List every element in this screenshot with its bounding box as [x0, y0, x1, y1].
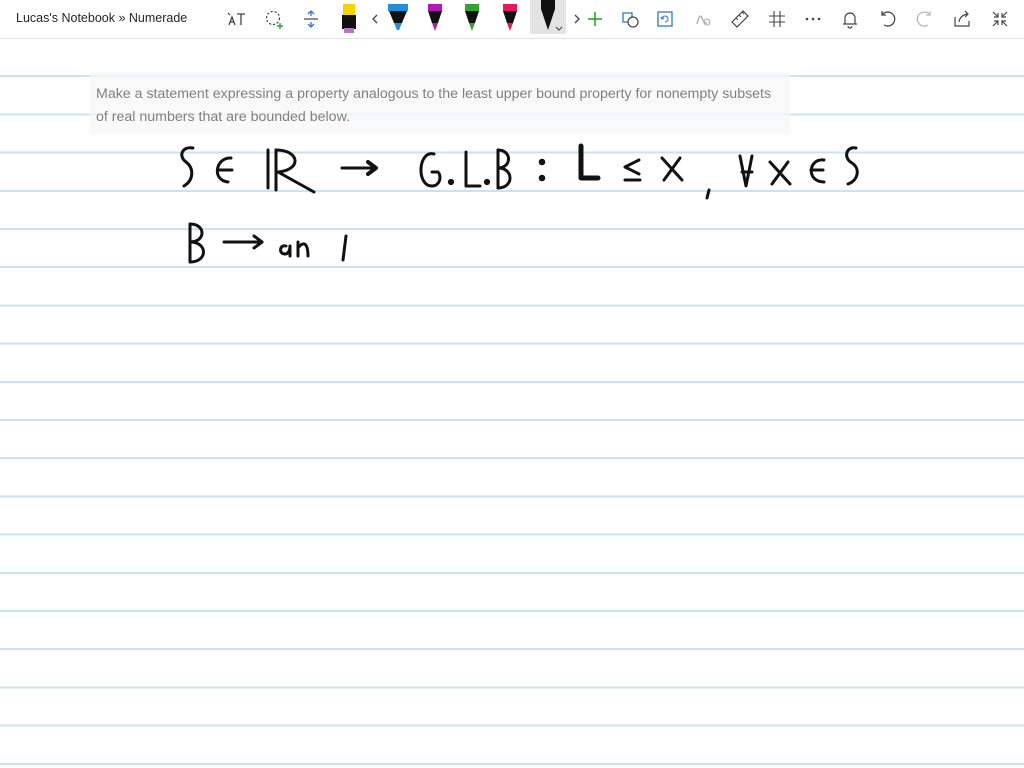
- redo-icon: [916, 11, 931, 27]
- replay-button[interactable]: [650, 4, 680, 34]
- exit-fullscreen-icon: [992, 11, 1008, 27]
- pen-green[interactable]: [457, 4, 487, 34]
- ink-to-shape-button[interactable]: [615, 4, 645, 34]
- pen-red-icon: [503, 4, 517, 31]
- pen-purple-icon: [428, 4, 442, 31]
- pen-green-icon: [465, 4, 479, 31]
- pen-blue[interactable]: [383, 4, 413, 34]
- notifications-button[interactable]: [835, 4, 865, 34]
- ruler-button[interactable]: [725, 4, 755, 34]
- pen-black[interactable]: [530, 0, 566, 34]
- pen-black-icon: [541, 0, 563, 31]
- redo-button[interactable]: [910, 4, 940, 34]
- more-icon: [805, 17, 821, 21]
- add-pen-button[interactable]: [580, 4, 610, 34]
- lasso-select-button[interactable]: [259, 4, 289, 34]
- undo-icon: [881, 11, 896, 27]
- snap-icon: [769, 11, 785, 27]
- bell-icon: [843, 12, 857, 29]
- add-space-button[interactable]: [296, 4, 326, 34]
- ink-to-math-button[interactable]: [688, 4, 718, 34]
- ruler-icon: [731, 10, 749, 28]
- exit-fullscreen-button[interactable]: [985, 4, 1015, 34]
- notebook-canvas[interactable]: [0, 39, 1024, 768]
- pen-red[interactable]: [495, 4, 525, 34]
- pen-purple[interactable]: [420, 4, 450, 34]
- add-space-icon: [304, 10, 318, 28]
- top-toolbar: Lucas's Notebook » Numerade: [0, 0, 1024, 39]
- ink-to-shape-icon: [622, 12, 639, 28]
- undo-button[interactable]: [872, 4, 902, 34]
- more-button[interactable]: [798, 4, 828, 34]
- highlighter-blue-icon: [388, 4, 408, 30]
- snap-button[interactable]: [762, 4, 792, 34]
- ink-to-text-icon: [227, 12, 245, 26]
- question-text: Make a statement expressing a property a…: [96, 86, 772, 125]
- window-title: Lucas's Notebook » Numerade: [16, 11, 188, 25]
- replay-icon: [657, 11, 673, 27]
- lasso-select-icon: [265, 10, 283, 29]
- question-box: Make a statement expressing a property a…: [90, 72, 790, 134]
- ink-to-text-button[interactable]: [221, 4, 251, 34]
- ink-to-math-icon: [696, 15, 711, 26]
- share-button[interactable]: [947, 4, 977, 34]
- plus-icon: [588, 12, 602, 26]
- share-icon: [954, 10, 970, 27]
